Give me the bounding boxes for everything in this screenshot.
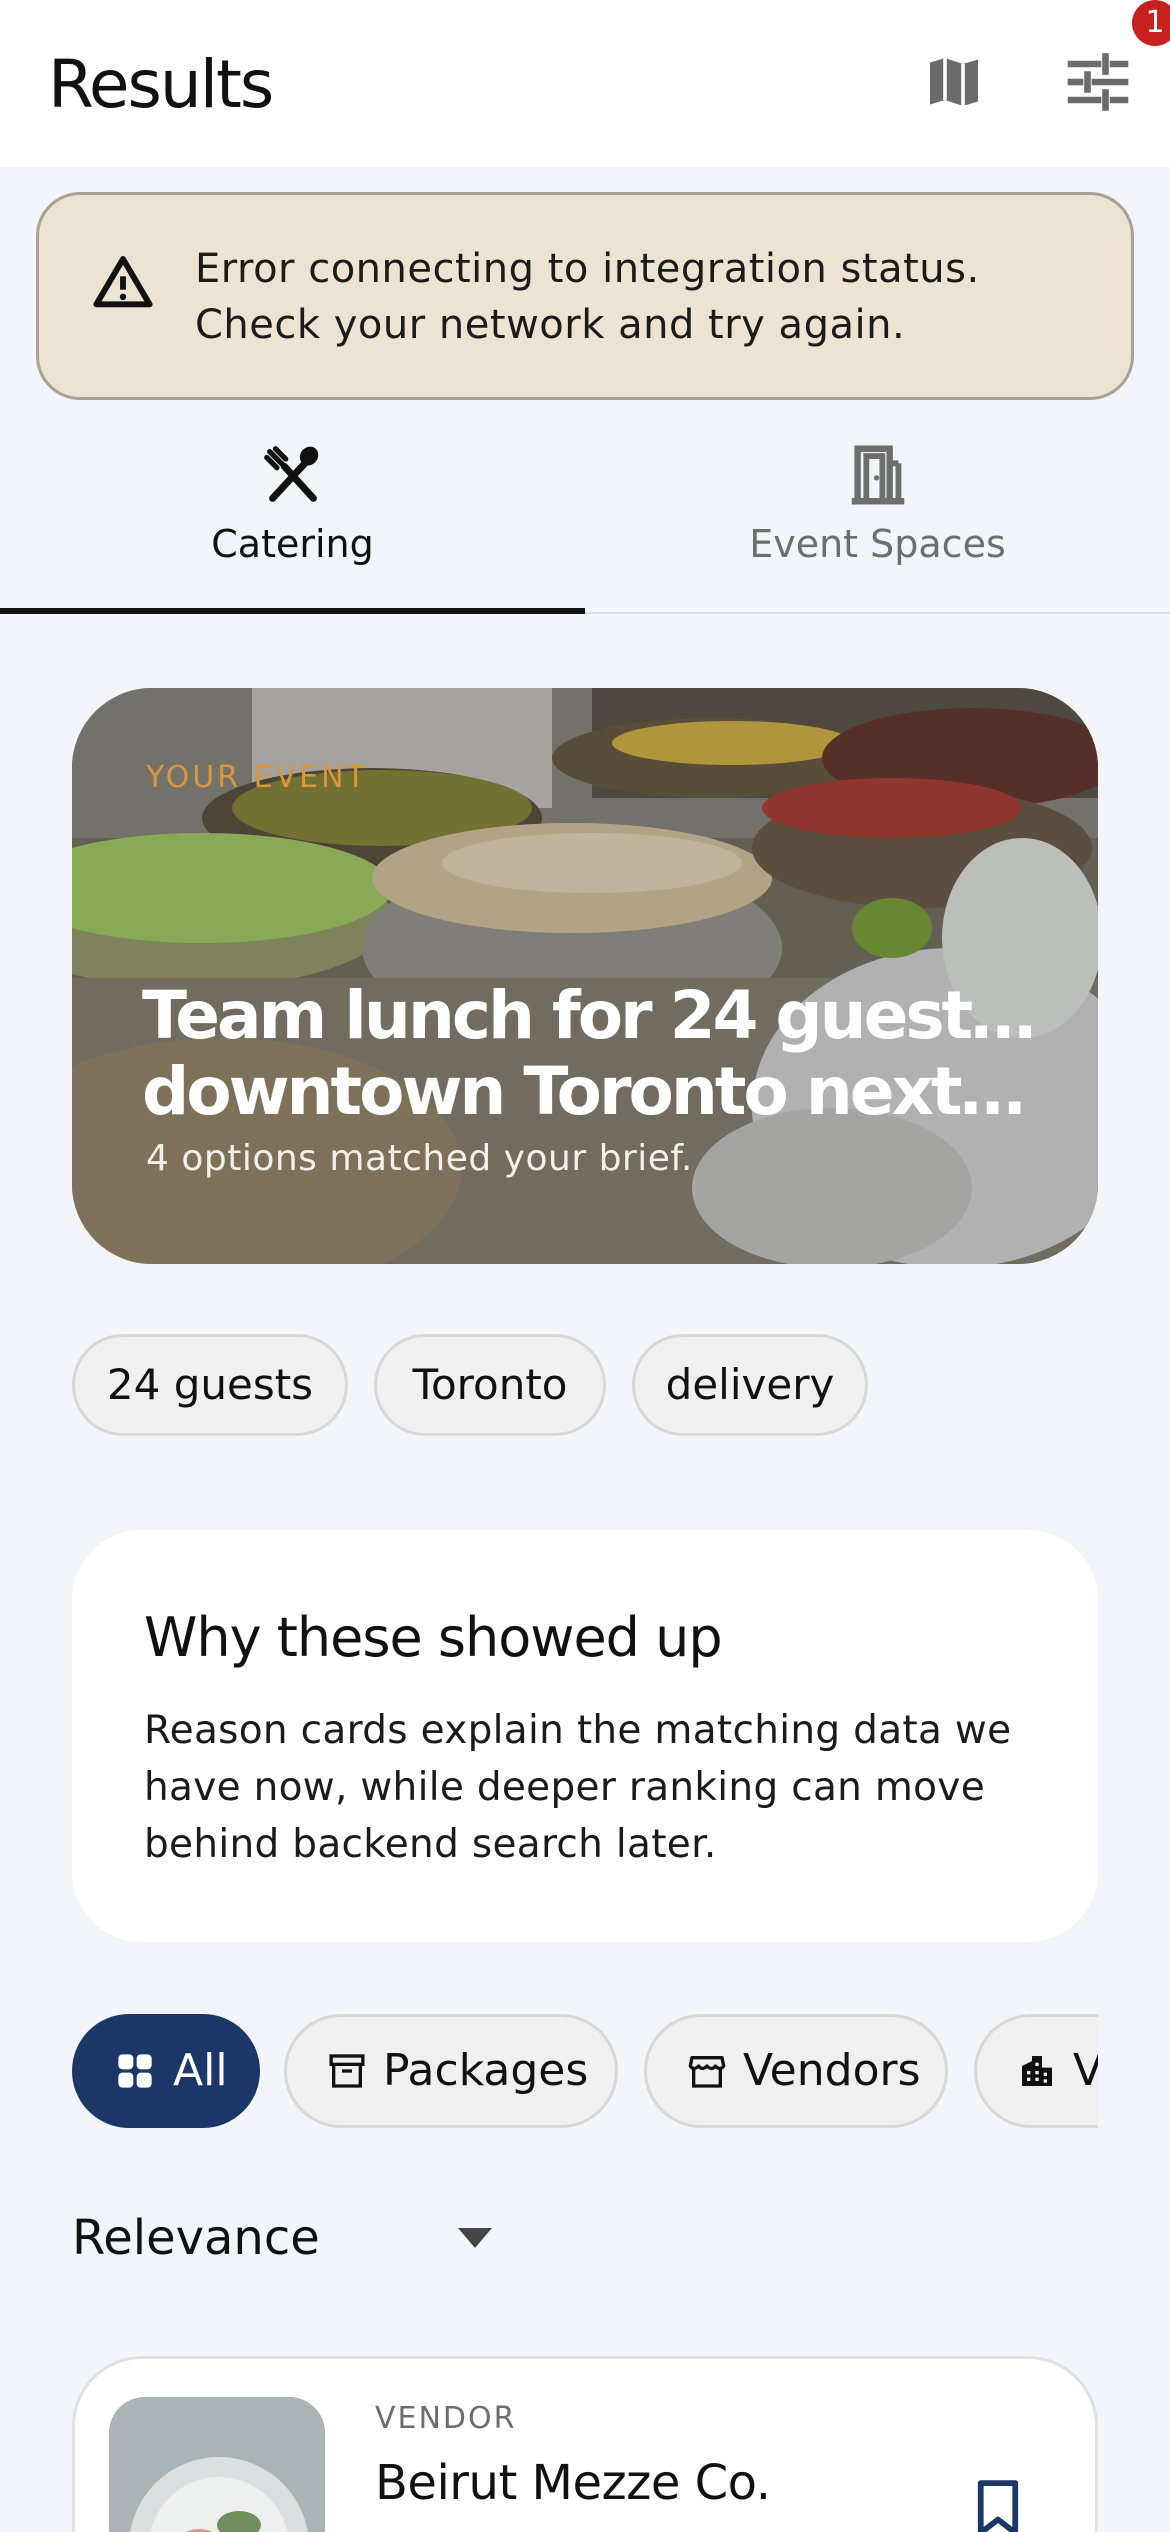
tab-label: Catering	[211, 522, 374, 566]
segment-label: All	[173, 2045, 228, 2096]
vendor-thumbnail	[109, 2397, 325, 2532]
segment-label: V	[1073, 2045, 1098, 2096]
tab-event-spaces[interactable]: Event Spaces	[585, 420, 1170, 616]
tune-icon	[1067, 53, 1129, 111]
sort-selected-value: Relevance	[72, 2210, 320, 2266]
warning-icon	[93, 256, 153, 308]
utensils-icon	[264, 446, 319, 502]
segment-vendors[interactable]: Vendors	[644, 2014, 948, 2128]
caret-down-icon	[458, 2228, 492, 2248]
brief-chip[interactable]: delivery	[632, 1334, 868, 1436]
hero-title-line: downtown Toronto next Fri...	[142, 1054, 1042, 1130]
hero-eyebrow: YOUR EVENT	[146, 760, 368, 795]
why-card: Why these showed up Reason cards explain…	[72, 1530, 1098, 1942]
hero-title-line: Team lunch for 24 guests in	[142, 978, 1042, 1054]
why-body: Reason cards explain the matching data w…	[144, 1708, 1012, 1867]
error-banner: Error connecting to integration status. …	[36, 192, 1134, 400]
category-tabs: Catering Event Spaces	[0, 420, 1170, 616]
sort-dropdown[interactable]: Relevance	[72, 2206, 512, 2276]
error-message: Error connecting to integration status. …	[195, 246, 980, 348]
segment-venues[interactable]: V	[974, 2014, 1098, 2128]
result-kind: VENDOR	[375, 2401, 517, 2436]
result-card[interactable]: VENDOR Beirut Mezze Co.	[72, 2356, 1098, 2532]
tab-catering[interactable]: Catering	[0, 420, 585, 616]
archive-icon	[329, 2054, 365, 2088]
event-summary-card[interactable]: YOUR EVENT Team lunch for 24 guests in d…	[72, 688, 1098, 1264]
result-name: Beirut Mezze Co.	[375, 2455, 771, 2511]
app-header: Results 1	[0, 0, 1170, 167]
map-icon	[930, 58, 978, 106]
why-title: Why these showed up	[144, 1606, 723, 1669]
segment-label: Vendors	[743, 2045, 921, 2096]
door-icon	[851, 445, 905, 505]
brief-chip[interactable]: Toronto	[374, 1334, 606, 1436]
tab-label: Event Spaces	[749, 522, 1006, 566]
bookmark-icon[interactable]	[975, 2479, 1021, 2532]
segment-all[interactable]: All	[72, 2014, 260, 2128]
building-icon	[1022, 2056, 1052, 2086]
page-title: Results	[48, 46, 274, 123]
filters-button[interactable]	[1062, 46, 1134, 118]
grid-icon	[118, 2054, 152, 2088]
storefront-icon	[688, 2056, 726, 2088]
brief-chip[interactable]: 24 guests	[72, 1334, 348, 1436]
filter-count-badge: 1	[1132, 0, 1170, 46]
hero-subtitle: 4 options matched your brief.	[146, 1138, 693, 1179]
segment-label: Packages	[383, 2045, 589, 2096]
map-view-button[interactable]	[918, 46, 990, 118]
tab-selected-indicator	[0, 608, 585, 614]
segment-packages[interactable]: Packages	[284, 2014, 618, 2128]
hero-title: Team lunch for 24 guests in downtown Tor…	[142, 978, 1042, 1130]
result-type-filter: All Packages Vendors V	[72, 2014, 1098, 2128]
food-plate-image	[109, 2397, 325, 2532]
